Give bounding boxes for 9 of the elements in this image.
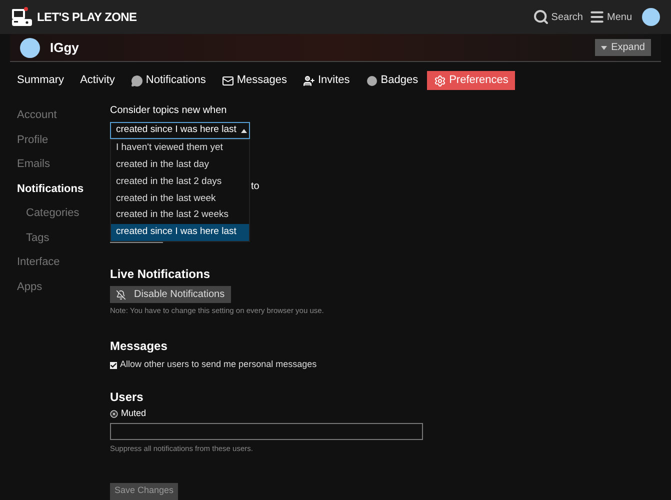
- section-title: Live Notifications: [110, 266, 212, 283]
- field-label: Consider topics new when: [110, 104, 228, 118]
- section-title: Users: [110, 388, 144, 406]
- field-label: Muted: [121, 406, 146, 420]
- checkbox-label: Allow other users to send me personal messages: [120, 358, 317, 372]
- site-name: LET'S PLAY ZONE: [37, 9, 137, 26]
- section-title: Messages: [110, 338, 168, 356]
- username: IGgy: [50, 38, 79, 57]
- covered-text: to: [251, 180, 260, 194]
